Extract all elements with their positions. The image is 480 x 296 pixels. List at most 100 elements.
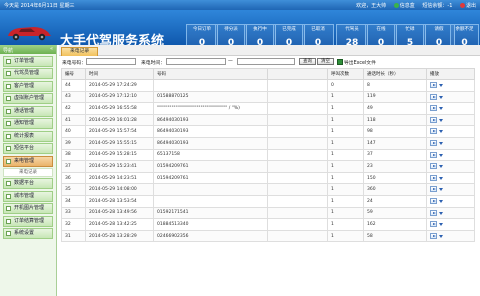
table-cell: 86494030193: [153, 113, 268, 127]
sidebar-item-cities[interactable]: 城市管理: [3, 190, 53, 202]
sidebar-item-customers[interactable]: 客户管理: [3, 80, 53, 92]
table-cell: [267, 90, 328, 104]
play-icon[interactable]: [430, 221, 437, 228]
play-icon[interactable]: [430, 174, 437, 181]
col-duration[interactable]: 通话时长（秒）: [363, 68, 427, 80]
play-icon[interactable]: [430, 209, 437, 216]
sidebar-item-settings[interactable]: 系统设置: [3, 228, 53, 239]
time-start-input[interactable]: [166, 58, 226, 65]
table-header-row: 编号 时间 号码 呼叫次数 通话时长（秒） 播放: [61, 68, 475, 80]
table-cell: 1: [327, 229, 364, 243]
download-icon[interactable]: [439, 221, 444, 227]
sidebar-item-splash-images[interactable]: 开机图片管理: [3, 203, 53, 214]
table-cell: 1: [327, 113, 364, 127]
table-cell: 1: [327, 102, 364, 115]
download-icon[interactable]: [439, 175, 444, 181]
clear-button[interactable]: 清空: [317, 58, 334, 65]
table-cell: [267, 148, 328, 162]
menu-icon: [6, 83, 11, 89]
welcome-text: 欢迎，王大帅: [356, 3, 387, 9]
play-icon[interactable]: [430, 93, 437, 100]
sidebar-item-incoming-calls[interactable]: 来电管理: [3, 155, 53, 167]
table-cell: [267, 206, 328, 220]
download-icon[interactable]: [439, 117, 444, 123]
play-icon[interactable]: [430, 232, 437, 239]
col-call-count[interactable]: 呼叫次数: [327, 68, 364, 80]
col-number[interactable]: 号码: [153, 68, 268, 80]
table-cell: 42: [61, 102, 86, 115]
download-icon[interactable]: [439, 94, 444, 100]
download-icon[interactable]: [439, 198, 444, 204]
query-button[interactable]: 查询: [299, 58, 316, 65]
table-cell: 2014-05-29 15:55:15: [85, 136, 154, 150]
tab-call-records[interactable]: 来电记录: [61, 47, 99, 56]
play-icon[interactable]: [430, 128, 437, 135]
play-icon[interactable]: [430, 186, 437, 193]
sidebar-item-drivers[interactable]: 代驾员管理: [3, 68, 53, 79]
sidebar-item-data-platform[interactable]: 数据平台: [3, 178, 53, 189]
col-time[interactable]: 时间: [85, 68, 154, 80]
table-cell: 2014-05-29 15:57:54: [85, 125, 154, 138]
play-icon[interactable]: [430, 163, 437, 170]
collapse-icon[interactable]: «: [50, 46, 53, 52]
table-row: 38 2014-05-29 15:28:15 65137158 1 37: [61, 148, 475, 162]
table-cell: 01592171541: [153, 206, 268, 220]
table-cell: 44: [61, 79, 86, 92]
play-icon[interactable]: [430, 105, 437, 112]
table-row: 36 2014-05-29 14:23:51 01594209761 1 150: [61, 171, 475, 185]
play-icon[interactable]: [430, 151, 437, 158]
info-box-link[interactable]: 信息盒: [393, 3, 415, 9]
sidebar-item-virtual-accounts[interactable]: 虚拟账户管理: [3, 93, 53, 104]
play-icon[interactable]: [430, 116, 437, 123]
table-cell: 147: [363, 136, 427, 150]
col-id[interactable]: 编号: [61, 68, 86, 80]
top-bar: 今天是 2014年6月11日 星期三 欢迎，王大帅 信息盒 短信余额：-1 退出: [0, 0, 480, 10]
main-content: 来电记录 来电号码： 来电时间： — 查询 清空 导出Excel文件 编号 时间…: [59, 45, 480, 296]
download-icon[interactable]: [439, 163, 444, 169]
play-icon[interactable]: [430, 197, 437, 204]
table-cell: 24: [363, 194, 427, 208]
play-cell: [426, 125, 475, 138]
table-cell: 1: [327, 90, 364, 104]
sidebar-item-reports[interactable]: 统计报表: [3, 130, 53, 142]
play-icon[interactable]: [430, 82, 437, 89]
exit-link[interactable]: 退出: [459, 3, 476, 9]
table-cell: 01594209761: [153, 160, 268, 173]
play-cell: [426, 218, 475, 231]
col-play: 播放: [426, 68, 475, 80]
download-icon[interactable]: [439, 140, 444, 146]
download-icon[interactable]: [439, 152, 444, 158]
table-row: 33 2014-05-28 13:49:56 01592171541 1 59: [61, 206, 475, 220]
table-cell: 32: [61, 218, 86, 231]
table-cell: [267, 171, 328, 185]
download-icon[interactable]: [439, 233, 444, 239]
sidebar-subitem-call-records[interactable]: 来电记录: [3, 167, 53, 177]
sidebar-item-calls[interactable]: 通话管理: [3, 105, 53, 117]
menu-icon: [6, 193, 11, 199]
phone-input[interactable]: [86, 58, 136, 65]
download-icon[interactable]: [439, 210, 444, 216]
table-row: 41 2014-05-29 16:01:28 86494030193 1 118: [61, 113, 475, 127]
table-row: 37 2014-05-29 15:23:41 01594209761 1 23: [61, 160, 475, 173]
download-icon[interactable]: [439, 82, 444, 88]
sidebar-item-orders[interactable]: 订单管理: [3, 55, 53, 67]
play-icon[interactable]: [430, 140, 437, 147]
table-cell: [267, 229, 328, 243]
table-cell: 31: [61, 229, 86, 243]
table-cell: 2014-05-29 16:55:58: [85, 102, 154, 115]
table-row: 44 2014-05-29 17:24:29 0 8: [61, 79, 475, 92]
sidebar-item-notices[interactable]: 通知管理: [3, 118, 53, 129]
menu-icon: [6, 133, 11, 139]
table-cell: [267, 160, 328, 173]
sidebar-item-sms[interactable]: 短信平台: [3, 143, 53, 154]
play-cell: [426, 206, 475, 220]
tab-bar: 来电记录: [59, 45, 480, 56]
sidebar-item-order-settlement[interactable]: 订单结算管理: [3, 215, 53, 227]
time-end-input[interactable]: [237, 58, 295, 65]
menu-icon: [6, 218, 11, 224]
export-excel-link[interactable]: 导出Excel文件: [337, 59, 376, 66]
table-cell: 37: [363, 148, 427, 162]
download-icon[interactable]: [439, 186, 444, 192]
download-icon[interactable]: [439, 105, 444, 111]
download-icon[interactable]: [439, 128, 444, 134]
